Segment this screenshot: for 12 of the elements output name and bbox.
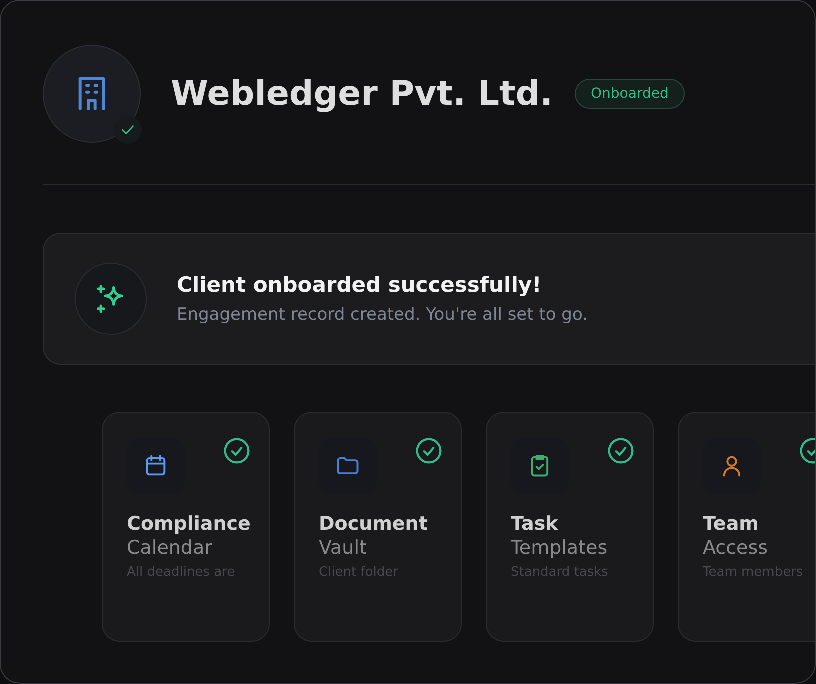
card-subtitle: Access <box>703 537 770 559</box>
card-title: Compliance <box>127 513 251 535</box>
banner-subtitle: Engagement record created. You're all set to go. <box>177 305 588 325</box>
card-title: Task <box>511 513 560 535</box>
company-name: Webledger Pvt. Ltd. <box>171 74 554 114</box>
status-badge: Onboarded <box>575 79 685 109</box>
card-title: Team <box>703 513 760 535</box>
card-subtitle: Templates <box>511 537 609 559</box>
card-subtitle: Vault <box>319 537 368 559</box>
card-title: Document <box>319 513 429 535</box>
card-subtitle: Calendar <box>127 537 214 559</box>
banner-title: Client onboarded successfully! <box>177 273 543 297</box>
